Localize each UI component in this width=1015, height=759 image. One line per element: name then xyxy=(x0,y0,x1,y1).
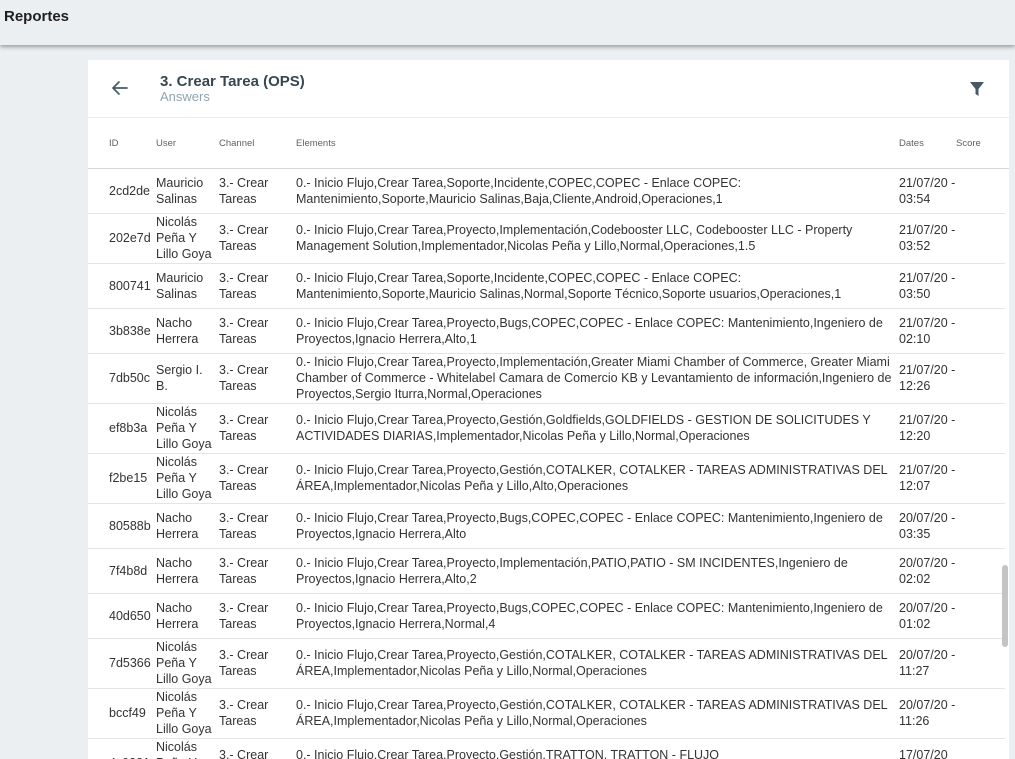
filter-icon xyxy=(970,82,984,96)
cell-date: 20/07/20 - 11:27 xyxy=(899,648,956,678)
cell-date: 21/07/20 - 12:07 xyxy=(899,463,956,493)
cell-date: 20/07/20 - 03:35 xyxy=(899,511,956,541)
table-row[interactable]: ef8b3a Nicolás Peña Y Lillo Goya 3.- Crear… xyxy=(88,404,1005,454)
cell-elements: 0.- Inicio Flujo,Crear Tarea,Proyecto,Bu… xyxy=(296,511,883,541)
table-row[interactable]: 3b838e Nacho Herrera 3.- Crear Tareas 0.- I… xyxy=(88,309,1005,354)
cell-user: Nacho Herrera xyxy=(156,316,199,346)
cell-id: 40d650 xyxy=(109,609,151,623)
cell-elements: 0.- Inicio Flujo,Crear Tarea,Proyecto,Ge… xyxy=(296,748,720,759)
cell-channel: 3.- Crear Tareas xyxy=(219,556,269,586)
cell-user: Nicolás Peña Y Lillo Goya xyxy=(156,405,212,451)
cell-elements: 0.- Inicio Flujo,Crear Tarea,Proyecto,Ge… xyxy=(296,413,871,443)
table-row[interactable]: 7db50c Sergio I. B. 3.- Crear Tareas 0.- In… xyxy=(88,354,1005,404)
cell-elements: 0.- Inicio Flujo,Crear Tarea,Soporte,Inc… xyxy=(296,271,842,301)
cell-date: 21/07/20 - 02:10 xyxy=(899,316,956,346)
cell-id: 80588b xyxy=(109,519,151,533)
cell-elements: 0.- Inicio Flujo,Crear Tarea,Proyecto,Ge… xyxy=(296,698,888,728)
cell-user: Mauricio Salinas xyxy=(156,271,204,301)
cell-id: 4c9381 xyxy=(109,755,150,759)
cell-user: Nicolás Peña Y Lillo Goya xyxy=(156,740,197,759)
page-title: 3. Crear Tarea (OPS) xyxy=(160,73,305,90)
table-row[interactable]: 2cd2de Mauricio Salinas 3.- Crear Tareas 0.… xyxy=(88,169,1005,214)
cell-elements: 0.- Inicio Flujo,Crear Tarea,Proyecto,Ge… xyxy=(296,463,888,493)
card-header: 3. Crear Tarea (OPS) Answers xyxy=(88,60,1009,118)
cell-id: 800741 xyxy=(109,279,151,293)
cell-id: 2cd2de xyxy=(109,184,151,198)
cell-user: Nacho Herrera xyxy=(156,556,199,586)
cell-id: 7db50c xyxy=(109,371,151,385)
cell-id: bccf49 xyxy=(109,706,146,720)
cell-user: Nacho Herrera xyxy=(156,601,199,631)
cell-date: 21/07/20 - 03:52 xyxy=(899,223,956,253)
cell-elements: 0.- Inicio Flujo,Crear Tarea,Proyecto,Im… xyxy=(296,556,848,586)
cell-date: 20/07/20 - 01:02 xyxy=(899,601,956,631)
cell-id: f2be15 xyxy=(109,471,148,485)
cell-elements: 0.- Inicio Flujo,Crear Tarea,Proyecto,Im… xyxy=(296,355,892,401)
column-header-dates[interactable]: Dates xyxy=(899,138,924,149)
cell-channel: 3.- Crear Tareas xyxy=(219,748,269,759)
table-row[interactable]: 80588b Nacho Herrera 3.- Crear Tareas 0.- I… xyxy=(88,504,1005,549)
cell-channel: 3.- Crear Tareas xyxy=(219,316,269,346)
cell-channel: 3.- Crear Tareas xyxy=(219,648,269,678)
table-row[interactable]: 40d650 Nacho Herrera 3.- Crear Tareas 0.- I… xyxy=(88,594,1005,639)
cell-elements: 0.- Inicio Flujo,Crear Tarea,Proyecto,Ge… xyxy=(296,648,888,678)
cell-channel: 3.- Crear Tareas xyxy=(219,176,269,206)
cell-channel: 3.- Crear Tareas xyxy=(219,601,269,631)
table-row[interactable]: 202e7d Nicolás Peña Y Lillo Goya 3.- Crear… xyxy=(88,214,1005,264)
cell-elements: 0.- Inicio Flujo,Crear Tarea,Proyecto,Bu… xyxy=(296,601,883,631)
cell-id: 7f4b8d xyxy=(109,564,148,578)
cell-elements: 0.- Inicio Flujo,Crear Tarea,Proyecto,Im… xyxy=(296,223,853,253)
cell-id: 7d5366 xyxy=(109,656,151,670)
cell-date: 21/07/20 - 03:54 xyxy=(899,176,956,206)
table-row[interactable]: 7f4b8d Nacho Herrera 3.- Crear Tareas 0.- I… xyxy=(88,549,1005,594)
vertical-scrollbar[interactable] xyxy=(1002,565,1008,647)
cell-channel: 3.- Crear Tareas xyxy=(219,223,269,253)
cell-user: Nicolás Peña Y Lillo Goya xyxy=(156,455,212,501)
filter-button[interactable] xyxy=(968,80,986,98)
cell-elements: 0.- Inicio Flujo,Crear Tarea,Proyecto,Bu… xyxy=(296,316,883,346)
table-row[interactable]: f2be15 Nicolás Peña Y Lillo Goya 3.- Crear… xyxy=(88,454,1005,504)
cell-user: Nicolás Peña Y Lillo Goya xyxy=(156,690,212,736)
cell-channel: 3.- Crear Tareas xyxy=(219,463,269,493)
table-row[interactable]: 4c9381 Nicolás Peña Y Lillo Goya 3.- Crear… xyxy=(88,739,1005,759)
cell-date: 20/07/20 - 02:02 xyxy=(899,556,956,586)
cell-id: ef8b3a xyxy=(109,421,148,435)
cell-user: Nicolás Peña Y Lillo Goya xyxy=(156,640,212,686)
app-title: Reportes xyxy=(4,8,70,25)
cell-date: 21/07/20 - 03:50 xyxy=(899,271,956,301)
cell-date: 21/07/20 - 12:26 xyxy=(899,363,956,393)
top-app-bar: Reportes xyxy=(0,0,1015,45)
cell-channel: 3.- Crear Tareas xyxy=(219,271,269,301)
cell-channel: 3.- Crear Tareas xyxy=(219,413,269,443)
column-header-id[interactable]: ID xyxy=(109,138,119,149)
table-row[interactable]: bccf49 Nicolás Peña Y Lillo Goya 3.- Crear… xyxy=(88,689,1005,739)
table-row[interactable]: 7d5366 Nicolás Peña Y Lillo Goya 3.- Crear… xyxy=(88,639,1005,689)
column-header-score[interactable]: Score xyxy=(956,138,981,149)
table-row[interactable]: 800741 Mauricio Salinas 3.- Crear Tareas 0.… xyxy=(88,264,1005,309)
cell-id: 202e7d xyxy=(109,231,151,245)
table-body: 2cd2de Mauricio Salinas 3.- Crear Tareas 0.… xyxy=(88,169,1005,759)
column-header-elements[interactable]: Elements xyxy=(296,138,336,149)
page-subtitle: Answers xyxy=(160,89,210,104)
cell-date: 21/07/20 - 12:20 xyxy=(899,413,956,443)
arrow-left-icon xyxy=(112,81,128,95)
table-header: ID User Channel Elements Dates Score xyxy=(88,118,1009,169)
report-card: 3. Crear Tarea (OPS) Answers ID User Cha… xyxy=(88,60,1009,759)
cell-user: Nicolás Peña Y Lillo Goya xyxy=(156,215,212,261)
cell-date: 17/07/20 xyxy=(899,748,948,759)
cell-elements: 0.- Inicio Flujo,Crear Tarea,Soporte,Inc… xyxy=(296,176,742,206)
cell-user: Nacho Herrera xyxy=(156,511,199,541)
back-button[interactable] xyxy=(109,77,131,99)
cell-channel: 3.- Crear Tareas xyxy=(219,511,269,541)
cell-channel: 3.- Crear Tareas xyxy=(219,363,269,393)
column-header-channel[interactable]: Channel xyxy=(219,138,254,149)
cell-user: Sergio I. B. xyxy=(156,363,203,393)
column-header-user[interactable]: User xyxy=(156,138,176,149)
cell-channel: 3.- Crear Tareas xyxy=(219,698,269,728)
cell-id: 3b838e xyxy=(109,324,151,338)
cell-date: 20/07/20 - 11:26 xyxy=(899,698,956,728)
cell-user: Mauricio Salinas xyxy=(156,176,204,206)
